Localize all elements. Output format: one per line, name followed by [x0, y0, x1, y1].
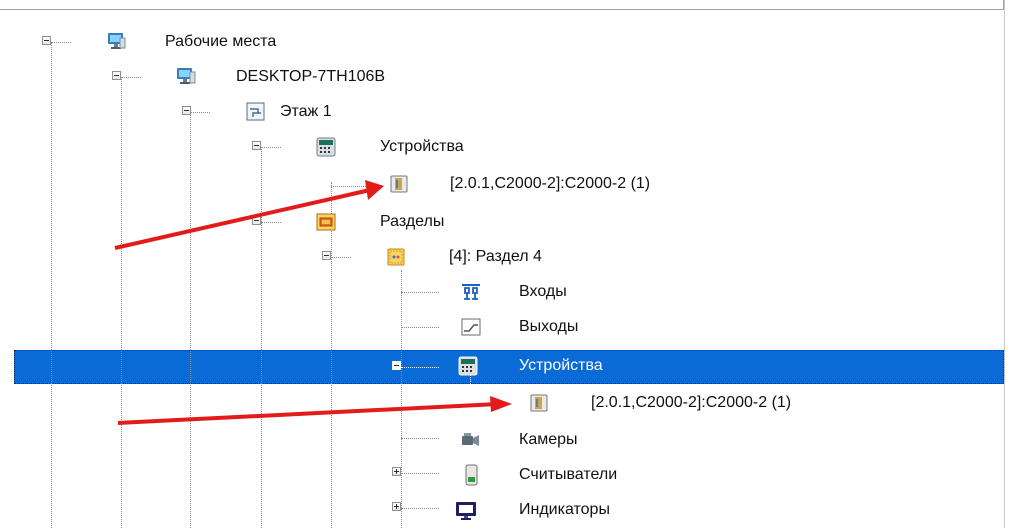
- tree-branch-line: [190, 112, 210, 113]
- tree-node-label: [2.0.1,С2000-2]:С2000-2 (1): [591, 394, 792, 411]
- tree-node-label: Входы: [519, 283, 567, 300]
- expand-toggle-readers[interactable]: [392, 467, 401, 476]
- tree-node-label: [4]: Раздел 4: [449, 248, 542, 265]
- tree-guide-line: [401, 270, 402, 528]
- tree-guide-line: [190, 112, 191, 528]
- tree-node-floor[interactable]: Этаж 1: [245, 95, 425, 129]
- tree-node-section-4[interactable]: [4]: Раздел 4: [385, 240, 605, 274]
- tree-node-label: Камеры: [519, 431, 578, 448]
- tree-node-inputs[interactable]: Входы: [460, 275, 620, 309]
- tree-node-label: Этаж 1: [280, 103, 332, 120]
- tree-branch-line: [401, 438, 439, 439]
- tree-top-border: [0, 0, 1004, 10]
- tree-node-desktop[interactable]: DESKTOP-7TH106B: [175, 60, 435, 94]
- annotation-arrowhead: [365, 180, 384, 200]
- tree-node-label: Устройства: [519, 357, 603, 374]
- tree-node-section-c2000-device[interactable]: [2.0.1,С2000-2]:С2000-2 (1): [528, 386, 908, 420]
- tree-node-label: Считыватели: [519, 466, 618, 483]
- tree-node-label: DESKTOP-7TH106B: [236, 68, 386, 85]
- expand-toggle-workstations[interactable]: [42, 36, 51, 45]
- section-icon: [385, 246, 407, 268]
- object-tree: Рабочие места DESKTOP-7TH106B Этаж 1 Уст…: [0, 0, 1014, 528]
- expand-toggle-indicators[interactable]: [392, 502, 401, 511]
- expand-toggle-section-4[interactable]: [322, 251, 331, 260]
- devices-icon: [315, 136, 337, 158]
- tree-branch-line: [401, 327, 439, 328]
- expand-toggle-floor[interactable]: [182, 106, 191, 115]
- tree-node-readers[interactable]: Считыватели: [460, 458, 640, 492]
- floor-plan-icon: [245, 101, 267, 123]
- tree-branch-line: [401, 292, 439, 293]
- expand-toggle-selected-devices[interactable]: [392, 361, 401, 370]
- expand-toggle-desktop[interactable]: [112, 71, 121, 80]
- outputs-icon: [460, 316, 482, 338]
- tree-branch-line: [331, 186, 366, 187]
- tree-node-sections[interactable]: Разделы: [315, 205, 515, 239]
- tree-node-label: Устройства: [380, 138, 464, 155]
- expand-toggle-devices[interactable]: [252, 141, 261, 150]
- expand-toggle-sections[interactable]: [252, 216, 261, 225]
- tree-node-workstations[interactable]: Рабочие места: [105, 25, 325, 59]
- tree-guide-line: [51, 42, 52, 528]
- tree-node-outputs[interactable]: Выходы: [460, 310, 620, 344]
- devices-icon: [457, 355, 479, 377]
- workstation-icon: [105, 31, 127, 53]
- tree-branch-line: [470, 404, 508, 405]
- tree-node-c2000-device[interactable]: [2.0.1,С2000-2]:С2000-2 (1): [388, 167, 768, 201]
- monitor-icon: [455, 499, 477, 521]
- sections-icon: [315, 211, 337, 233]
- tree-node-selected-devices[interactable]: Устройства: [457, 349, 677, 383]
- tree-branch-line-selected: [401, 367, 439, 368]
- tree-branch-line: [261, 222, 281, 223]
- reader-icon: [460, 464, 482, 486]
- tree-node-label: [2.0.1,С2000-2]:С2000-2 (1): [450, 175, 651, 192]
- tree-branch-line: [401, 473, 439, 474]
- inputs-icon: [460, 281, 482, 303]
- tree-node-label: Рабочие места: [165, 33, 277, 50]
- controller-icon: [388, 173, 410, 195]
- annotation-arrow: [117, 402, 499, 425]
- computer-icon: [175, 66, 197, 88]
- tree-branch-line: [331, 257, 351, 258]
- tree-node-devices[interactable]: Устройства: [315, 130, 535, 164]
- tree-node-indicators[interactable]: Индикаторы: [455, 493, 635, 527]
- tree-branch-line: [121, 77, 141, 78]
- camera-icon: [460, 429, 482, 451]
- tree-branch-line: [51, 42, 71, 43]
- tree-branch-line: [261, 147, 281, 148]
- tree-right-border: [1004, 0, 1005, 528]
- tree-node-label: Индикаторы: [519, 501, 610, 518]
- tree-node-label: Разделы: [380, 213, 445, 230]
- tree-node-label: Выходы: [519, 318, 579, 335]
- tree-node-cameras[interactable]: Камеры: [460, 423, 620, 457]
- controller-icon: [528, 392, 550, 414]
- tree-guide-line: [261, 147, 262, 528]
- tree-branch-line: [401, 508, 439, 509]
- tree-guide-line: [121, 77, 122, 528]
